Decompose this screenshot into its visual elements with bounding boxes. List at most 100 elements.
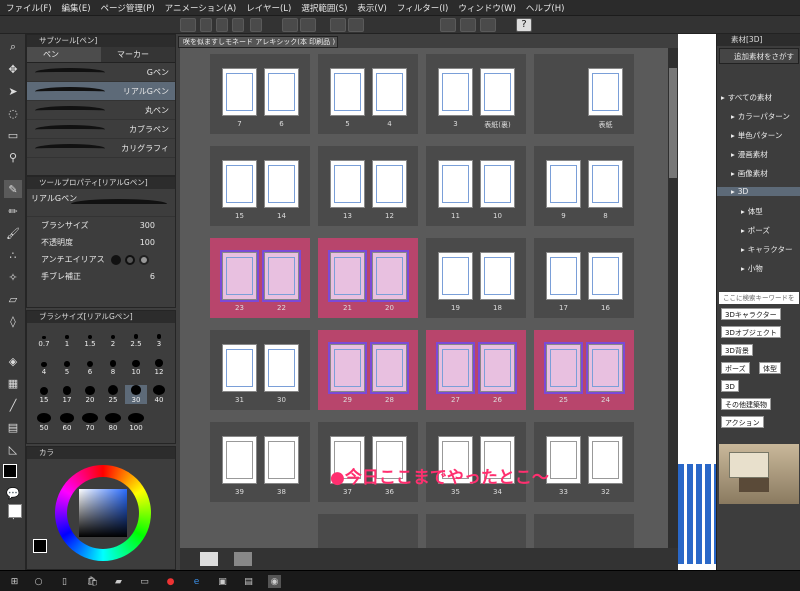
brush-size-value[interactable]: 300	[140, 221, 155, 230]
size-cell[interactable]: 1	[56, 329, 78, 348]
menu-item[interactable]: ファイル(F)	[6, 2, 52, 14]
page-spread[interactable]: 33 32	[534, 422, 634, 502]
material-tree-item[interactable]: ▸ キャラクター	[741, 244, 792, 255]
menu-item[interactable]: レイヤー(L)	[246, 2, 291, 14]
task-view-icon[interactable]: ▯	[58, 575, 71, 588]
page-thumbnail[interactable]	[220, 250, 259, 302]
size-cell[interactable]: 80	[102, 413, 124, 432]
material-tag[interactable]: 3D背景	[721, 344, 753, 356]
antialias-weak-icon[interactable]	[124, 254, 135, 265]
menu-item[interactable]: アニメーション(A)	[165, 2, 237, 14]
size-cell[interactable]: 50	[33, 413, 55, 432]
material-tree-item[interactable]: ▸ 小物	[741, 263, 763, 274]
grid-icon[interactable]	[440, 18, 456, 32]
page-spread[interactable]: 37 36	[318, 422, 418, 502]
page-thumbnail[interactable]	[370, 250, 409, 302]
page-thumbnail[interactable]	[546, 436, 581, 484]
size-cell[interactable]: 2.5	[125, 329, 147, 348]
brush-item[interactable]: リアルGペン	[27, 82, 175, 101]
zoom-icon[interactable]: ⌕	[4, 38, 22, 56]
page-thumbnail[interactable]	[264, 68, 299, 116]
size-cell[interactable]: 70	[79, 413, 101, 432]
page-spread[interactable]: 25 24	[534, 330, 634, 410]
size-cell[interactable]: 2	[102, 329, 124, 348]
size-cell[interactable]: 3	[148, 329, 170, 348]
size-cell[interactable]: 10	[125, 357, 147, 376]
size-cell[interactable]: 12	[148, 357, 170, 376]
page-thumbnail[interactable]	[370, 342, 409, 394]
page-thumbnail[interactable]	[262, 250, 301, 302]
brush-icon[interactable]: 🖌	[4, 224, 22, 242]
page-spread[interactable]: 表紙	[534, 54, 634, 134]
page-spread[interactable]: 98	[534, 146, 634, 226]
edge-icon[interactable]: e	[190, 575, 203, 588]
eraser-icon[interactable]: ▱	[4, 290, 22, 308]
page-thumbnail[interactable]	[222, 68, 257, 116]
size-cell[interactable]: 25	[102, 385, 124, 404]
opacity-value[interactable]: 100	[140, 238, 155, 247]
menu-item[interactable]: 表示(V)	[357, 2, 386, 14]
material-search-input[interactable]: ここに検索キーワードを	[719, 292, 799, 304]
brush-item[interactable]: カリグラフィ	[27, 139, 175, 158]
size-cell[interactable]: 20	[79, 385, 101, 404]
page-spread[interactable]: 13 12	[318, 146, 418, 226]
material-tag[interactable]: ポーズ	[721, 362, 750, 374]
page-thumbnail[interactable]	[480, 160, 515, 208]
page-spread-partial[interactable]	[318, 514, 418, 548]
page-thumbnail[interactable]	[330, 160, 365, 208]
page-thumbnail[interactable]	[588, 160, 623, 208]
page-spread[interactable]: 17 16	[534, 238, 634, 318]
page-spread[interactable]: 29 28	[318, 330, 418, 410]
stabilize-value[interactable]: 6	[150, 272, 155, 281]
page-spread[interactable]: 11 10	[426, 146, 526, 226]
size-cell[interactable]: 5	[56, 357, 78, 376]
select-icon[interactable]	[348, 18, 364, 32]
brush-item[interactable]: 丸ペン	[27, 101, 175, 120]
page-view-icon[interactable]	[200, 552, 218, 566]
page-thumbnail[interactable]	[328, 250, 367, 302]
material-tree-item[interactable]: ▸ カラーパターン	[731, 111, 790, 122]
page-thumbnail[interactable]	[588, 252, 623, 300]
page-spread-partial[interactable]	[534, 514, 634, 548]
page-thumbnail[interactable]	[222, 160, 257, 208]
menu-item[interactable]: 選択範囲(S)	[301, 2, 347, 14]
page-thumbnail[interactable]	[436, 342, 475, 394]
erase-icon[interactable]	[330, 18, 346, 32]
add-material-button[interactable]: 追加素材をさがす	[719, 48, 799, 64]
menu-item[interactable]: ページ管理(P)	[101, 2, 155, 14]
antialias-row[interactable]: アンチエイリアス	[27, 251, 175, 268]
brush-item[interactable]: Gペン	[27, 63, 175, 82]
color-swatch-icon[interactable]	[250, 18, 262, 32]
page-thumbnail[interactable]	[330, 68, 365, 116]
page-spread[interactable]: 21 20	[318, 238, 418, 318]
antialias-mid-icon[interactable]	[138, 254, 149, 265]
page-thumbnail[interactable]	[588, 68, 623, 116]
page-thumbnail[interactable]	[372, 68, 407, 116]
page-thumbnail[interactable]	[222, 344, 257, 392]
move-icon[interactable]: ✥	[4, 60, 22, 78]
material-tree-item[interactable]: ▸ 漫画素材	[731, 149, 768, 160]
page-thumbnail[interactable]	[222, 436, 257, 484]
menu-item[interactable]: フィルター(I)	[397, 2, 448, 14]
vertical-scrollbar[interactable]	[668, 48, 678, 548]
material-tree-item[interactable]: ▸ ポーズ	[741, 225, 770, 236]
camera-icon[interactable]	[234, 552, 252, 566]
size-cell[interactable]: 1.5	[79, 329, 101, 348]
page-thumbnail[interactable]	[264, 160, 299, 208]
page-spread[interactable]: 35 34	[426, 422, 526, 502]
page-thumbnail[interactable]	[264, 344, 299, 392]
explorer-icon[interactable]: ▰	[112, 575, 125, 588]
size-cell[interactable]: 8	[102, 357, 124, 376]
clip-studio-taskbar-icon[interactable]: ◉	[268, 575, 281, 588]
material-tree-item[interactable]: ▸ 画像素材	[731, 168, 768, 179]
decoration-icon[interactable]: ✧	[4, 268, 22, 286]
airbrush-icon[interactable]: ∴	[4, 246, 22, 264]
page-spread[interactable]: 76	[210, 54, 310, 134]
page-thumbnail[interactable]	[480, 252, 515, 300]
tab-marker[interactable]: マーカー	[101, 47, 175, 62]
page-thumbnail[interactable]	[264, 436, 299, 484]
page-thumbnail[interactable]	[478, 342, 517, 394]
figure-icon[interactable]: ╱	[4, 396, 22, 414]
store-icon[interactable]: 🛍	[86, 575, 99, 588]
page-thumbnail[interactable]	[438, 68, 473, 116]
